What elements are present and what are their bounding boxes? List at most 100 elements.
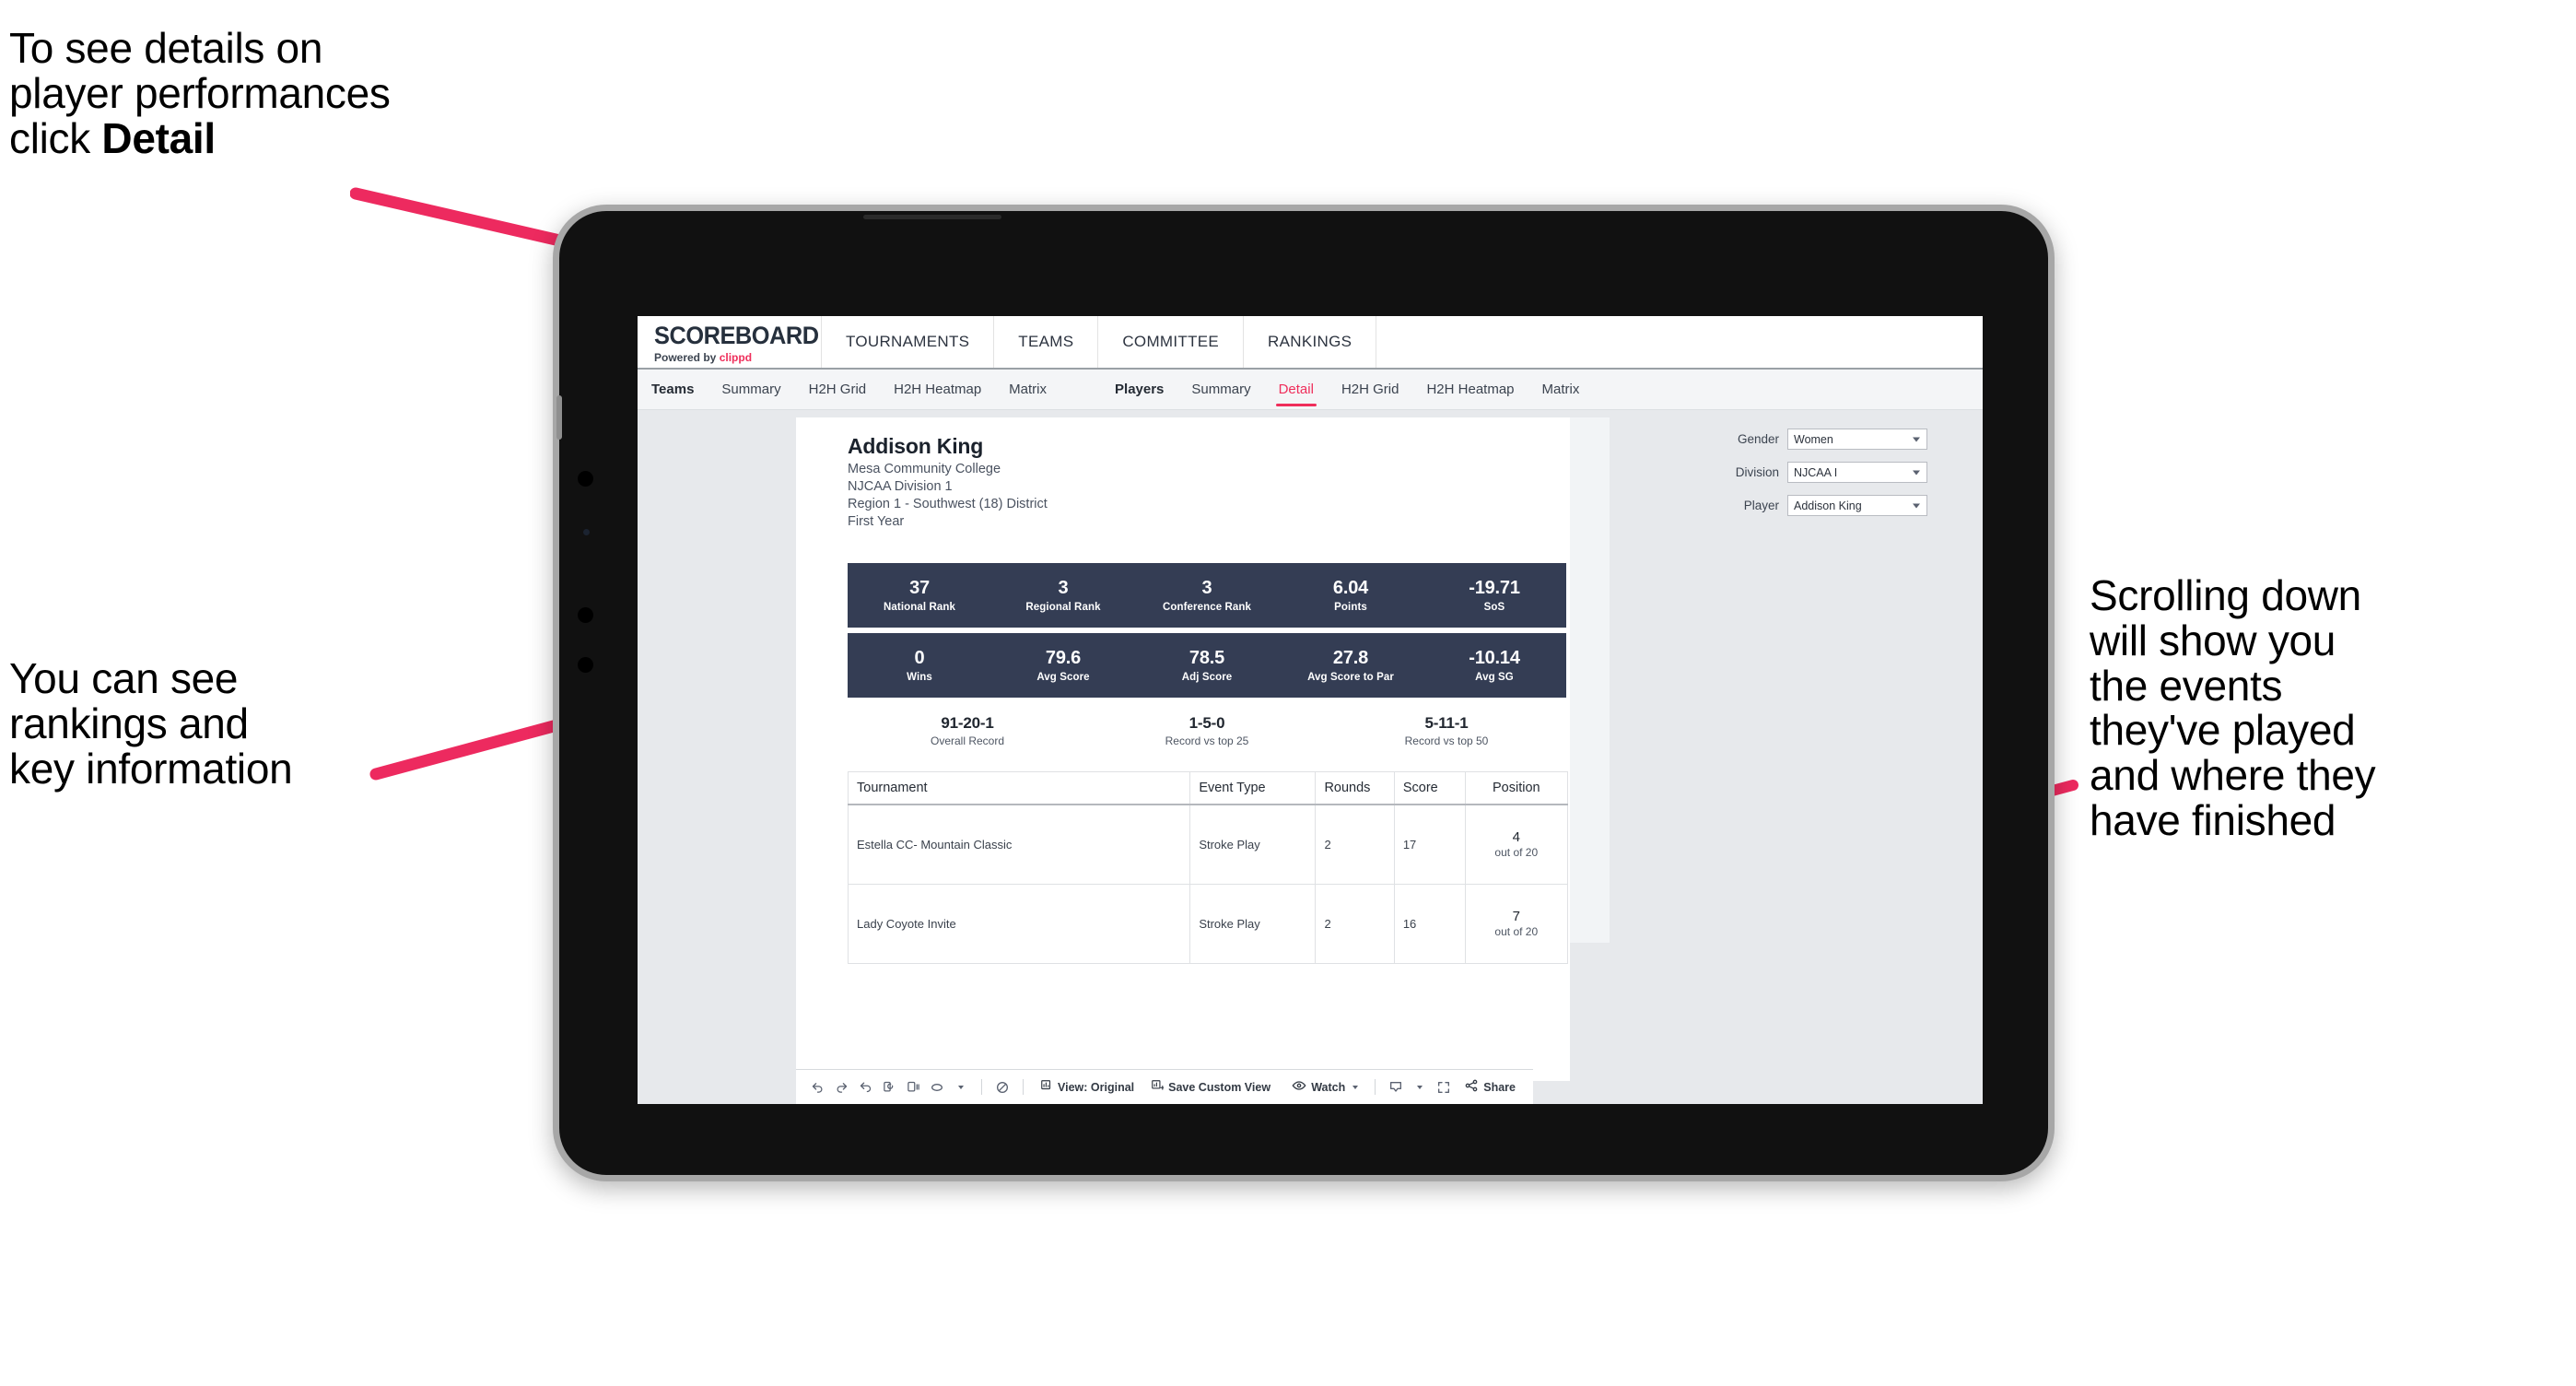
tablet-camera-lens [583, 529, 590, 535]
stat-band-rankings: 37 National Rank 3 Regional Rank 3 Confe… [848, 563, 1566, 628]
topnav-rankings[interactable]: RANKINGS [1244, 316, 1377, 368]
stat-band-scoring: 0 Wins 79.6 Avg Score 78.5 Adj Score 27.… [848, 633, 1566, 698]
filter-select-player[interactable]: Addison King [1787, 495, 1927, 516]
callout-detail-instruction: To see details on player performances cl… [9, 26, 599, 160]
chevron-down-icon [1352, 1085, 1359, 1089]
eye-icon [1292, 1078, 1306, 1096]
subtab-teams[interactable]: Teams [638, 370, 708, 409]
dashboard-canvas: Addison King Mesa Community College NJCA… [638, 410, 1983, 1104]
revert-icon[interactable] [853, 1075, 877, 1099]
subtab-teams-matrix[interactable]: Matrix [995, 370, 1060, 409]
pause-icon[interactable] [901, 1075, 925, 1099]
stat-label: National Rank [884, 602, 955, 613]
stat-label: Points [1334, 602, 1367, 613]
stat-value: 3 [1058, 578, 1069, 598]
logo-brand-clippd: clippd [719, 351, 753, 364]
column-header-position[interactable]: Position [1464, 771, 1569, 805]
stat-label: SoS [1483, 602, 1505, 613]
view-original-icon [1040, 1079, 1053, 1095]
redo-icon[interactable] [829, 1075, 853, 1099]
subtab-players-matrix[interactable]: Matrix [1528, 370, 1594, 409]
stat-label: Avg Score [1036, 672, 1090, 683]
tablet-device-frame: SCOREBOARD Powered by clippd TOURNAMENTS… [553, 205, 2055, 1181]
record-label: Overall Record [930, 734, 1005, 747]
sub-navigation: Teams Summary H2H Grid H2H Heatmap Matri… [638, 370, 1983, 410]
stat-adj-score: 78.5 Adj Score [1135, 648, 1279, 683]
browser-viewport: SCOREBOARD Powered by clippd TOURNAMENTS… [638, 316, 1983, 1104]
stat-points: 6.04 Points [1279, 578, 1423, 613]
topnav-teams[interactable]: TEAMS [994, 316, 1099, 368]
subtab-teams-h2h-heatmap[interactable]: H2H Heatmap [880, 370, 995, 409]
table-row[interactable]: Estella CC- Mountain Classic Stroke Play… [847, 804, 1569, 885]
column-header-rounds[interactable]: Rounds [1315, 771, 1395, 805]
filter-select-division[interactable]: NJCAA I [1787, 462, 1927, 483]
tablet-volume-down-button-2[interactable] [578, 657, 593, 673]
tablet-volume-down-button[interactable] [578, 607, 593, 623]
player-division: NJCAA Division 1 [848, 479, 953, 494]
player-school: Mesa Community College [848, 462, 1001, 476]
subtab-players-h2h-grid[interactable]: H2H Grid [1328, 370, 1413, 409]
refresh-icon[interactable] [877, 1075, 901, 1099]
subtab-players-summary[interactable]: Summary [1177, 370, 1264, 409]
filter-value-gender: Women [1794, 432, 1833, 446]
column-header-score[interactable]: Score [1393, 771, 1466, 805]
logo-wordmark: SCOREBOARD [654, 322, 819, 349]
topnav-tournaments[interactable]: TOURNAMENTS [822, 316, 995, 368]
record-vs-top-25: 1-5-0 Record vs top 25 [1087, 714, 1327, 747]
chevron-down-icon[interactable] [949, 1075, 973, 1099]
cell-event-type: Stroke Play [1189, 883, 1317, 964]
table-row[interactable]: Lady Coyote Invite Stroke Play 2 16 7 ou… [847, 883, 1569, 964]
chevron-down-icon [1913, 470, 1920, 475]
subtab-teams-h2h-grid[interactable]: H2H Grid [795, 370, 881, 409]
filter-panel: Gender Women Division NJCAA I Player Add… [1701, 429, 1927, 528]
stat-wins: 0 Wins [848, 648, 991, 683]
share-label: Share [1483, 1080, 1516, 1094]
share-button[interactable]: Share [1456, 1078, 1524, 1096]
view-original-button[interactable]: View: Original [1032, 1079, 1142, 1095]
cell-score: 16 [1393, 883, 1466, 964]
view-original-label: View: Original [1058, 1080, 1135, 1094]
save-custom-view-button[interactable]: Save Custom View [1142, 1079, 1279, 1095]
stat-avg-score-to-par: 27.8 Avg Score to Par [1279, 648, 1423, 683]
position-number: 7 [1512, 909, 1520, 924]
topnav-committee[interactable]: COMMITTEE [1098, 316, 1245, 368]
tablet-power-button[interactable] [556, 395, 562, 440]
watch-button[interactable]: Watch [1283, 1078, 1366, 1096]
subtab-players-detail[interactable]: Detail [1265, 370, 1328, 409]
pan-icon[interactable] [925, 1075, 949, 1099]
record-summary-row: 91-20-1 Overall Record 1-5-0 Record vs t… [848, 707, 1566, 755]
filter-select-gender[interactable]: Women [1787, 429, 1927, 450]
stat-value: -19.71 [1469, 578, 1520, 598]
column-header-event-type[interactable]: Event Type [1189, 771, 1317, 805]
tablet-volume-up-button[interactable] [578, 471, 593, 487]
subtab-teams-summary[interactable]: Summary [708, 370, 794, 409]
fullscreen-icon[interactable] [1432, 1075, 1456, 1099]
record-vs-top-50: 5-11-1 Record vs top 50 [1327, 714, 1566, 747]
highlight-icon[interactable] [990, 1075, 1014, 1099]
download-icon[interactable] [1384, 1075, 1408, 1099]
stat-label: Adj Score [1181, 672, 1233, 683]
player-name: Addison King [848, 434, 984, 458]
cell-rounds: 2 [1315, 804, 1395, 885]
filter-label-player: Player [1743, 499, 1779, 512]
position-number: 4 [1512, 829, 1520, 846]
cell-position: 4 out of 20 [1464, 804, 1569, 885]
toolbar-divider [1023, 1079, 1024, 1095]
undo-icon[interactable] [805, 1075, 829, 1099]
logo-tagline-prefix: Powered by [654, 351, 720, 364]
stat-label: Wins [907, 672, 932, 683]
record-value: 91-20-1 [941, 714, 994, 732]
column-header-tournament[interactable]: Tournament [847, 771, 1191, 805]
position-out-of: out of 20 [1494, 846, 1539, 860]
app-logo[interactable]: SCOREBOARD Powered by clippd [638, 316, 822, 368]
stat-value: -10.14 [1469, 648, 1520, 668]
position-out-of: out of 20 [1494, 925, 1539, 938]
filter-label-gender: Gender [1737, 432, 1779, 446]
subtab-players-h2h-heatmap[interactable]: H2H Heatmap [1412, 370, 1528, 409]
subtab-players[interactable]: Players [1101, 370, 1177, 409]
events-table: Tournament Event Type Rounds Score Posit… [847, 771, 1569, 964]
stat-value: 6.04 [1332, 578, 1369, 598]
chevron-down-icon[interactable] [1408, 1075, 1432, 1099]
stat-value: 27.8 [1332, 648, 1369, 668]
cell-tournament: Estella CC- Mountain Classic [847, 804, 1191, 885]
